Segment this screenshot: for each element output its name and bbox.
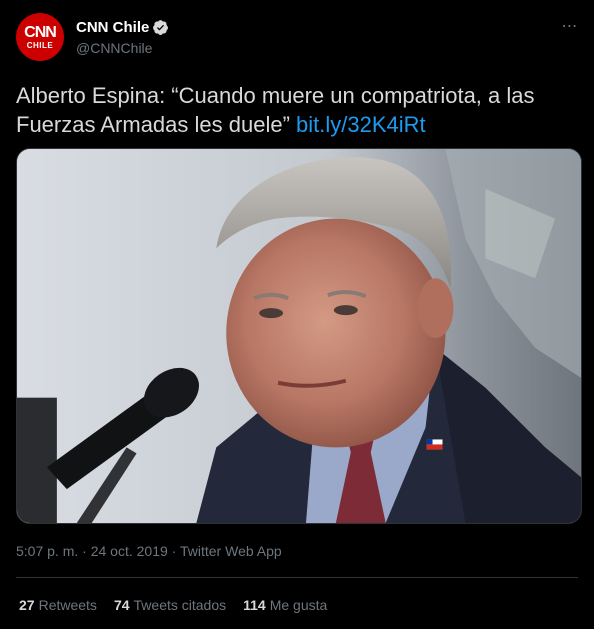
likes-stat[interactable]: 114 Me gusta (243, 597, 327, 613)
quote-tweets-count: 74 (113, 597, 130, 613)
quote-tweets-stat[interactable]: 74 Tweets citados (114, 597, 226, 613)
avatar[interactable]: CNN CHILE (16, 13, 64, 61)
photo-illustration (17, 149, 581, 523)
tweet-link[interactable]: bit.ly/32K4iRt (296, 112, 426, 137)
divider (16, 577, 578, 578)
tweet-body: Alberto Espina: “Cuando muere un compatr… (16, 83, 535, 137)
retweets-stat[interactable]: 27 Retweets (19, 597, 97, 613)
likes-count: 114 (243, 597, 266, 613)
tweet-text: Alberto Espina: “Cuando muere un compatr… (16, 81, 578, 139)
likes-label: Me gusta (269, 597, 328, 613)
author-name-row[interactable]: CNN Chile (76, 19, 169, 36)
retweets-count: 27 (19, 597, 35, 613)
quote-tweets-label: Tweets citados (133, 597, 227, 613)
tweet-time[interactable]: 5:07 p. m. (16, 543, 78, 559)
display-name[interactable]: CNN Chile (76, 19, 149, 36)
retweets-label: Retweets (38, 597, 97, 613)
avatar-logo-text: CNN (24, 24, 57, 41)
more-horizontal-icon[interactable]: ⋯ (558, 14, 582, 38)
tweet-meta: 5:07 p. m. · 24 oct. 2019 · Twitter Web … (16, 543, 282, 559)
meta-separator: · (167, 543, 180, 559)
tweet-date[interactable]: 24 oct. 2019 (91, 543, 168, 559)
author-handle[interactable]: @CNNChile (76, 40, 152, 56)
tweet-detail: CNN CHILE CNN Chile @CNNChile ⋯ Alberto … (0, 0, 594, 629)
avatar-logo-subtext: CHILE (26, 41, 54, 50)
tweet-photo[interactable] (16, 148, 582, 524)
tweet-stats: 27 Retweets 74 Tweets citados 114 Me gus… (19, 597, 327, 613)
meta-separator: · (78, 543, 91, 559)
verified-badge-icon (153, 20, 169, 35)
tweet-source[interactable]: Twitter Web App (180, 543, 282, 559)
